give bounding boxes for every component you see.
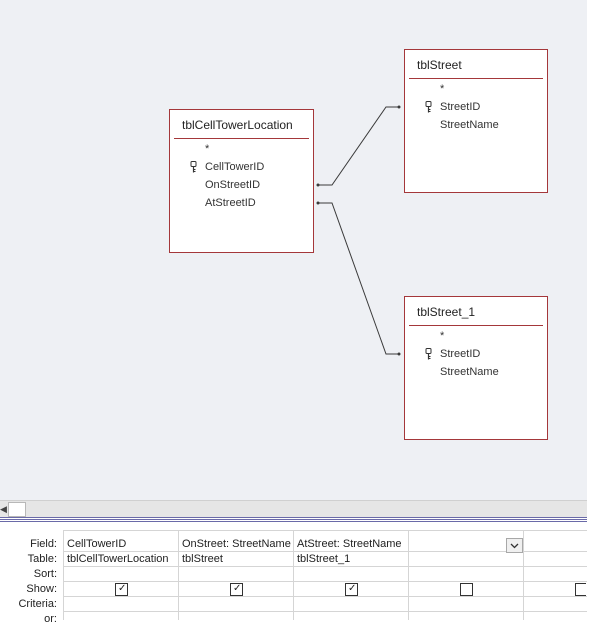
check-icon: ✓ [348,583,357,594]
field-streetid[interactable]: StreetID [440,348,480,360]
grid-table-cell[interactable]: tblStreet [182,553,291,565]
grid-line [523,530,524,620]
check-icon: ✓ [118,583,127,594]
grid-line [64,596,587,597]
query-design-canvas[interactable]: tblCellTowerLocation * CellTowerID OnStr… [0,0,587,500]
scroll-left-arrow-icon[interactable]: ◀ [0,503,8,515]
relationship-line-onstreet [317,106,399,186]
relationship-line-atstreet [317,202,399,355]
grid-line [293,530,294,620]
field-all[interactable]: * [205,143,209,155]
vertical-scrollbar-edge [587,0,591,620]
grid-field-cell[interactable]: CellTowerID [67,538,176,550]
row-label-table: Table: [27,553,57,565]
grid-field-cell[interactable]: AtStreet: StreetName [297,538,407,550]
table-title-divider [409,325,543,326]
grid-field-cell[interactable]: OnStreet: StreetName [182,538,293,550]
table-street[interactable]: tblStreet * StreetID StreetName [404,49,548,193]
row-label-or: or: [44,613,57,625]
field-onstreetid[interactable]: OnStreetID [205,179,260,191]
row-label-show: Show: [26,583,57,595]
table-title[interactable]: tblCellTowerLocation [182,118,293,132]
table-title-divider [409,78,543,79]
grid-line [64,566,587,567]
grid-line [64,611,587,612]
table-title[interactable]: tblStreet_1 [417,305,475,319]
grid-table-cell[interactable]: tblStreet_1 [297,553,406,565]
grid-line [63,530,64,620]
grid-table-cell[interactable]: tblCellTowerLocation [67,553,176,565]
grid-line [178,530,179,620]
table-cell-tower-location[interactable]: tblCellTowerLocation * CellTowerID OnStr… [169,109,314,253]
grid-line [64,581,587,582]
field-all[interactable]: * [440,83,444,95]
field-dropdown-button[interactable] [506,538,523,553]
table-title[interactable]: tblStreet [417,58,462,72]
show-checkbox[interactable]: ✓ [345,583,358,596]
field-celltowerid[interactable]: CellTowerID [205,161,264,173]
primary-key-icon [190,161,197,173]
primary-key-icon [425,348,432,360]
show-checkbox[interactable]: ✓ [230,583,243,596]
grid-line [408,530,409,620]
show-checkbox[interactable]: ✓ [115,583,128,596]
check-icon: ✓ [233,583,242,594]
field-streetid[interactable]: StreetID [440,101,480,113]
table-title-divider [174,138,309,139]
field-all[interactable]: * [440,330,444,342]
row-label-field: Field: [30,538,57,550]
row-label-criteria: Criteria: [18,598,57,610]
chevron-down-icon [510,543,519,549]
show-checkbox[interactable] [460,583,473,596]
horizontal-scrollbar[interactable]: ◀ [0,500,587,517]
table-street-1[interactable]: tblStreet_1 * StreetID StreetName [404,296,548,440]
show-checkbox[interactable] [575,583,586,596]
scroll-thumb[interactable] [8,502,26,517]
field-streetname[interactable]: StreetName [440,366,499,378]
primary-key-icon [425,101,432,113]
row-label-sort: Sort: [33,568,57,580]
grid-line [64,530,587,531]
field-atstreetid[interactable]: AtStreetID [205,197,256,209]
field-streetname[interactable]: StreetName [440,119,499,131]
